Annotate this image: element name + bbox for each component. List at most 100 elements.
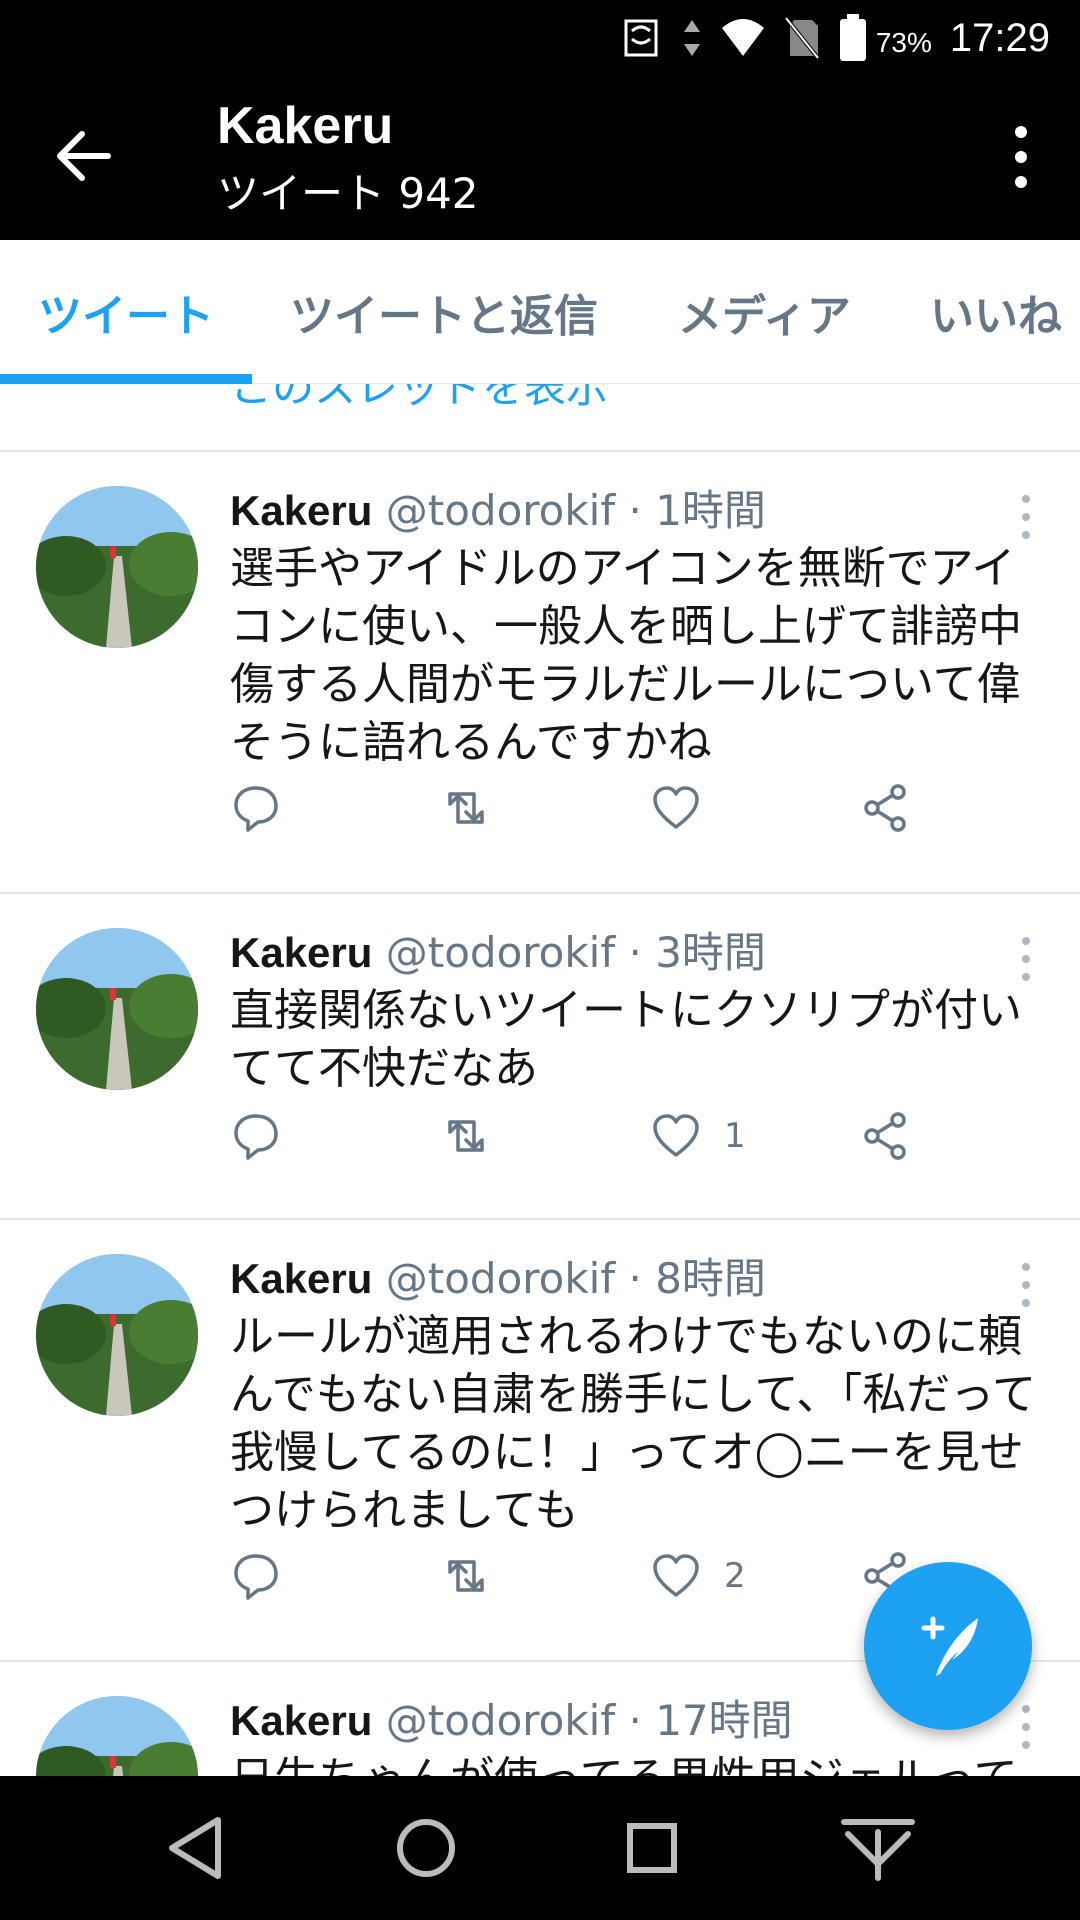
back-triangle-icon [169,1817,221,1879]
tweet-menu-button[interactable] [1016,1704,1036,1750]
tweet-time: 1時間 [655,486,766,535]
tweet-header: Kakeru @todorokif · 17時間 [230,1694,793,1748]
like-button[interactable]: 1 [650,1106,746,1166]
tweet-count: ツイート 942 [217,169,479,218]
profile-tabs: ツイート ツイートと返信 メディア いいね [0,240,1080,384]
avatar[interactable] [36,1254,198,1416]
data-arrows-icon [683,20,700,56]
more-vertical-icon [1022,1705,1030,1749]
tab-indicator [0,374,252,384]
tab-tweets-and-replies[interactable]: ツイートと返信 [290,280,598,344]
app-bar: Kakeru ツイート 942 [0,76,1080,240]
tweet-actions [230,778,950,838]
wifi-icon [721,19,764,56]
share-icon [864,1112,906,1160]
no-sim-icon [784,16,820,60]
tab-tweets[interactable]: ツイート [38,280,214,344]
compose-tweet-button[interactable] [864,1562,1032,1730]
battery-icon [839,14,866,61]
profile-title-block: Kakeru ツイート 942 [217,94,479,224]
like-count: 2 [724,1556,746,1596]
battery-percent: 73% [875,27,932,58]
tweet-text: 直接関係ないツイートにクソリプが付いてて不快だなあ [230,985,1022,1094]
avatar[interactable] [36,1696,198,1776]
more-vertical-icon [1022,937,1030,981]
retweet-icon [448,792,484,824]
page-title: Kakeru [217,97,394,155]
reply-icon [234,1554,278,1600]
tweet[interactable]: Kakeru @todorokif · 3時間 直接関係ないツイートにクソリプが… [0,894,1080,1220]
tweet-text: 選手やアイドルのアイコンを無断でアイコンに使い、一般人を晒し上げて誹謗中傷する人… [230,543,1022,768]
author-handle: @todorokif [385,486,616,535]
tweet-menu-button[interactable] [1016,494,1036,540]
system-nav-bar [0,1776,1080,1920]
avatar[interactable] [36,486,198,648]
separator-dot: · [628,928,642,977]
back-button[interactable] [50,126,120,186]
more-vertical-icon [1022,1263,1030,1307]
separator-dot: · [628,1254,642,1303]
status-icons: 73% 17:29 [618,10,1050,66]
compose-tweet-icon [921,1616,978,1676]
tweet-header: Kakeru @todorokif · 1時間 [230,484,766,538]
tweet-actions: 2 [230,1546,950,1606]
retweet-button[interactable] [440,1106,492,1166]
author-name: Kakeru [230,487,373,534]
heart-icon [653,1114,699,1157]
tweet-time: 8時間 [655,1254,766,1303]
nav-back-button[interactable] [158,1810,234,1886]
retweet-icon [448,1120,484,1152]
retweet-button[interactable] [440,1546,492,1606]
author-name: Kakeru [230,929,373,976]
separator-dot: · [628,486,642,535]
reply-icon [234,1114,278,1160]
like-button[interactable] [650,778,724,838]
tweet-header: Kakeru @todorokif · 3時間 [230,926,766,980]
tweet-time: 17時間 [655,1696,793,1745]
heart-icon [653,786,699,829]
reply-button[interactable] [230,1106,282,1166]
share-button[interactable] [860,778,912,838]
author-handle: @todorokif [385,1696,616,1745]
tab-likes[interactable]: いいね [930,280,1062,344]
like-button[interactable]: 2 [650,1546,746,1606]
retweet-button[interactable] [440,778,492,838]
like-count: 1 [724,1116,746,1156]
tweet-menu-button[interactable] [1016,936,1036,982]
arrow-left-icon [57,131,111,181]
heart-icon [653,1554,699,1597]
recents-square-icon [627,1823,677,1873]
tweet-actions: 1 [230,1106,950,1166]
more-vertical-icon [1022,495,1030,539]
tweet-text: ルールが適用されるわけでもないのに頼んでもない自粛を勝手にして、「私だって我慢し… [230,1311,1037,1536]
tweet[interactable]: Kakeru @todorokif · 1時間 選手やアイドルのアイコンを無断で… [0,452,1080,894]
separator-dot: · [628,1696,642,1745]
reply-button[interactable] [230,1546,282,1606]
reply-icon [234,786,278,832]
tweet-text: 日生ちゃんが使ってる男性用ジェルって [230,1750,1050,1776]
author-name: Kakeru [230,1255,373,1302]
tab-media[interactable]: メディア [678,280,851,344]
clock: 17:29 [949,15,1050,60]
more-options-button[interactable] [1006,124,1036,190]
author-name: Kakeru [230,1697,373,1744]
share-button[interactable] [860,1106,912,1166]
tweet-header: Kakeru @todorokif · 8時間 [230,1252,766,1306]
more-vertical-icon [1015,126,1027,188]
nav-notification-pull-button[interactable] [840,1810,916,1886]
avatar[interactable] [36,928,198,1090]
nfc-icon [624,19,658,57]
nav-recents-button[interactable] [614,1810,690,1886]
nav-home-button[interactable] [388,1810,464,1886]
share-icon [864,784,906,832]
home-circle-icon [397,1819,455,1877]
tweet-menu-button[interactable] [1016,1262,1036,1308]
show-thread-link[interactable]: このスレッドを表示 [230,384,608,415]
author-handle: @todorokif [385,1254,616,1303]
retweet-icon [448,1560,484,1592]
notification-pull-icon [841,1819,915,1881]
reply-button[interactable] [230,778,282,838]
tweet-time: 3時間 [655,928,766,977]
status-bar: 73% 17:29 [0,0,1080,76]
author-handle: @todorokif [385,928,616,977]
